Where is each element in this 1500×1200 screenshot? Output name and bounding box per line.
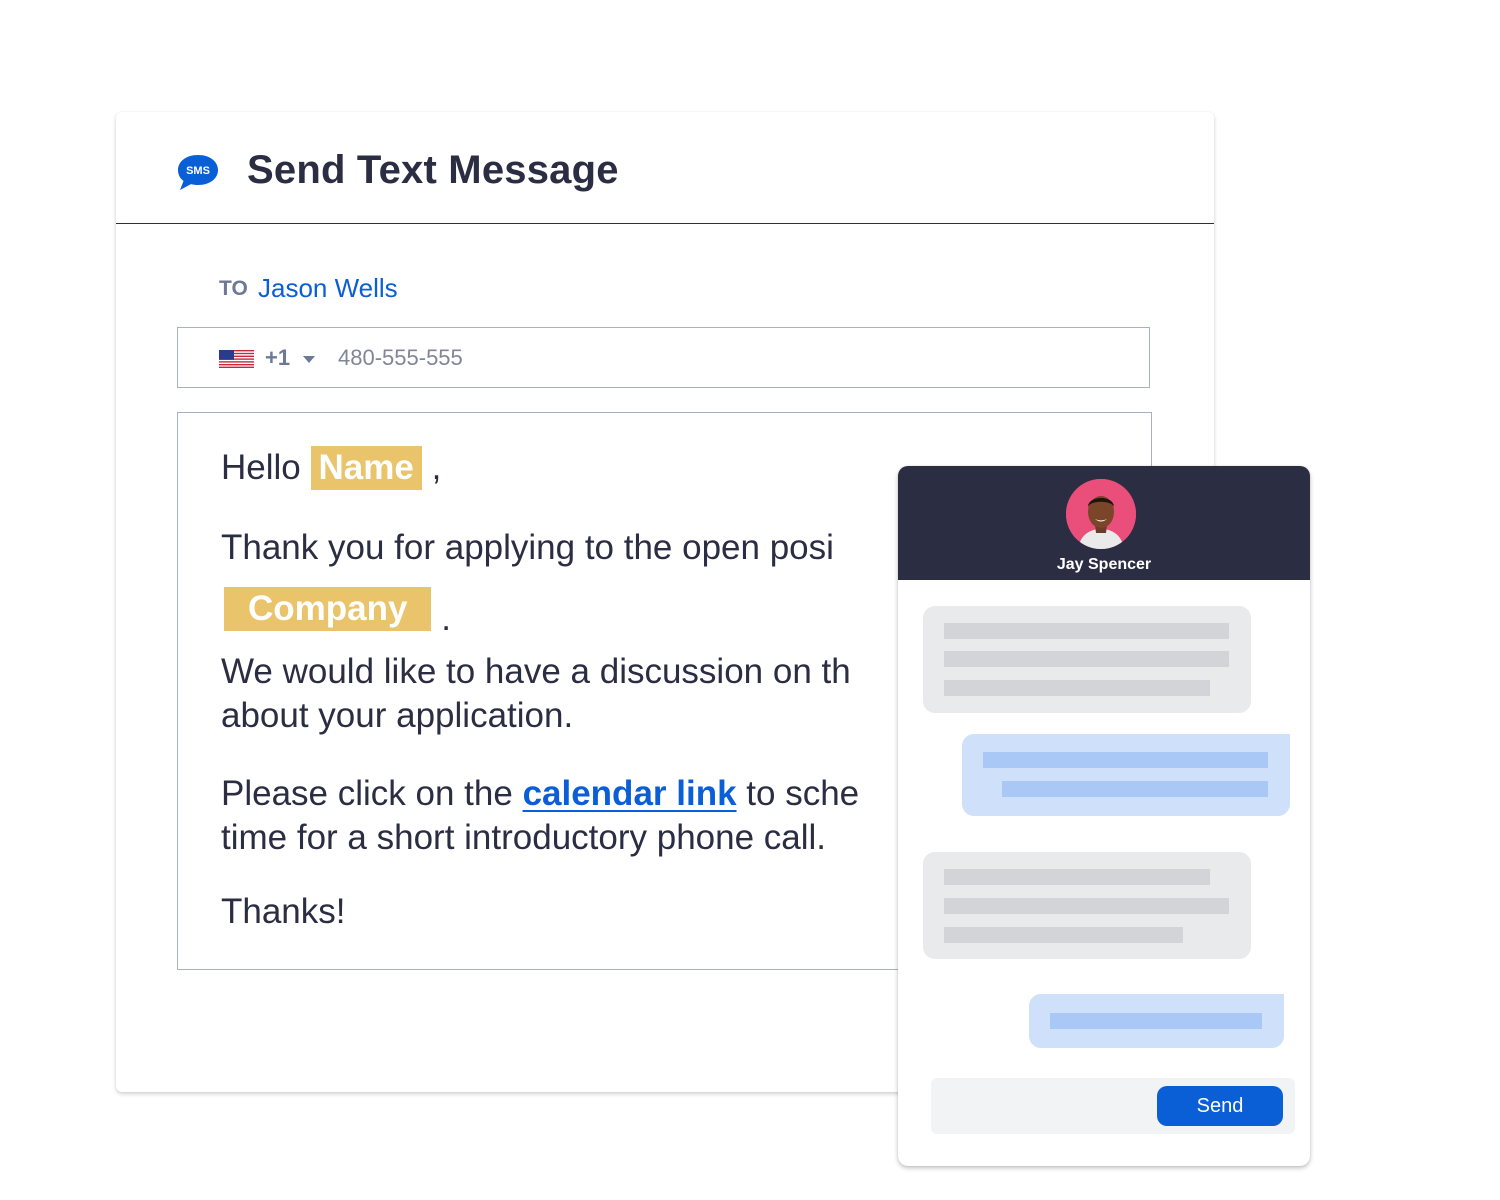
avatar-photo [1066, 479, 1136, 549]
us-flag-icon[interactable] [219, 350, 254, 368]
sms-icon-text: SMS [186, 165, 210, 177]
greeting-text: Hello [221, 448, 301, 487]
message-placeholder-line [944, 680, 1210, 696]
message-placeholder-line [944, 927, 1183, 943]
outgoing-message [962, 734, 1290, 816]
message-placeholder-line [944, 869, 1210, 885]
phone-number-field[interactable]: +1 [177, 327, 1150, 388]
message-line: about your application. [221, 696, 574, 735]
greeting-comma: , [431, 448, 442, 487]
send-button[interactable]: Send [1157, 1086, 1283, 1126]
message-placeholder-line [944, 651, 1229, 667]
signoff: Thanks! [221, 892, 346, 931]
chat-header: Jay Spencer [898, 466, 1310, 580]
message-placeholder-line [944, 898, 1229, 914]
chat-widget: Jay Spencer Send [898, 466, 1310, 1166]
name-merge-token[interactable]: Name [310, 446, 422, 490]
company-period: . [441, 599, 451, 638]
company-line: Company . [224, 587, 451, 638]
country-code[interactable]: +1 [265, 345, 290, 371]
to-label: TO [219, 277, 248, 300]
message-placeholder-line [1050, 1013, 1262, 1029]
avatar [1066, 479, 1136, 549]
incoming-message [923, 606, 1251, 713]
card-header: SMS Send Text Message [116, 112, 1214, 224]
message-text: Please click on the [221, 774, 513, 813]
greeting-line: Hello Name , [221, 446, 441, 490]
recipient-name[interactable]: Jason Wells [258, 273, 398, 303]
message-placeholder-line [944, 623, 1229, 639]
sms-chat-icon: SMS [178, 155, 218, 190]
page-title: Send Text Message [247, 148, 619, 192]
incoming-message [923, 852, 1251, 959]
chat-composer[interactable]: Send [931, 1078, 1295, 1134]
message-placeholder-line [983, 752, 1268, 768]
outgoing-message [1029, 994, 1284, 1048]
message-line: We would like to have a discussion on th [221, 652, 851, 691]
message-line: Thank you for applying to the open posi [221, 528, 834, 567]
message-text: to sche [746, 774, 860, 813]
calendar-link[interactable]: calendar link [523, 774, 737, 813]
message-placeholder-line [1002, 781, 1268, 797]
company-merge-token[interactable]: Company [224, 587, 432, 631]
chat-contact-name: Jay Spencer [1056, 556, 1152, 573]
calendar-line: Please click on the calendar link to sch… [221, 772, 859, 816]
message-line: time for a short introductory phone call… [221, 818, 827, 857]
chevron-down-icon[interactable] [303, 356, 315, 363]
phone-input[interactable] [338, 340, 938, 376]
